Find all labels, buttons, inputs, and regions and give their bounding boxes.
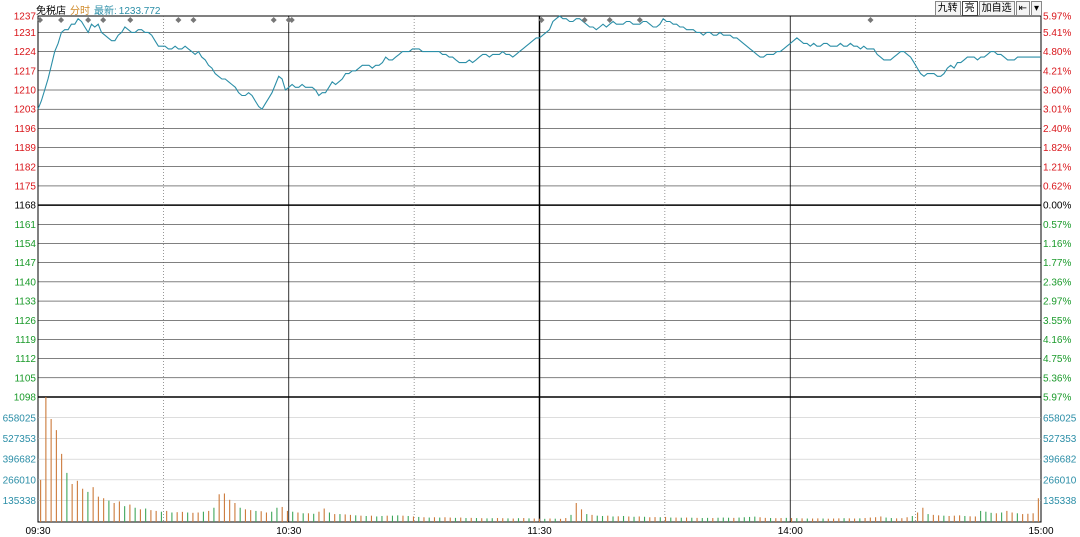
price-tick-label: 1098 — [14, 393, 37, 404]
event-marker-icon — [190, 17, 197, 23]
pin-left-icon[interactable]: ⇤ — [1015, 1, 1030, 16]
volume-tick-label-right: 135338 — [1043, 496, 1077, 507]
price-tick-label: 1196 — [14, 124, 36, 135]
volume-tick-label: 135338 — [3, 496, 37, 507]
event-marker-icon — [867, 17, 874, 23]
price-tick-label: 1231 — [14, 28, 37, 39]
price-tick-label: 1133 — [14, 297, 36, 308]
time-tick-label: 15:00 — [1028, 526, 1053, 537]
price-tick-label: 1189 — [14, 143, 36, 154]
percent-tick-label: 2.40% — [1043, 124, 1071, 135]
event-marker-icon — [100, 17, 107, 23]
price-tick-label: 1105 — [14, 373, 36, 384]
price-tick-label: 1147 — [14, 258, 36, 269]
percent-tick-label: 5.36% — [1043, 373, 1071, 384]
percent-tick-label: 1.77% — [1043, 258, 1071, 269]
price-tick-label: 1154 — [14, 239, 36, 250]
event-marker-icon — [288, 17, 295, 23]
event-marker-icon — [58, 17, 65, 23]
percent-tick-label: 1.21% — [1043, 162, 1071, 173]
intraday-chart[interactable]: 1237 5.97% 1231 5.41% 1224 4.80% 1217 4.21% 1210… — [0, 0, 1080, 537]
time-tick-label: 11:30 — [527, 526, 552, 537]
price-tick-label: 1203 — [14, 105, 37, 116]
event-marker-icon — [270, 17, 277, 23]
percent-tick-label: 0.00% — [1043, 201, 1071, 212]
percent-tick-label: 3.60% — [1043, 86, 1071, 97]
time-tick-label: 14:00 — [778, 526, 803, 537]
percent-tick-label: 2.36% — [1043, 277, 1071, 288]
event-marker-icon — [175, 17, 182, 23]
percent-tick-label: 4.75% — [1043, 354, 1071, 365]
price-tick-label: 1224 — [14, 47, 37, 58]
volume-tick-label: 266010 — [3, 475, 37, 486]
highlight-button[interactable]: 亮 — [961, 1, 978, 16]
chart-toolbar: 九转 亮 加自选 ⇤ ▾ — [934, 1, 1042, 16]
percent-tick-label: 1.82% — [1043, 143, 1071, 154]
dropdown-arrow-icon[interactable]: ▾ — [1030, 1, 1042, 16]
volume-tick-label: 658025 — [3, 413, 37, 424]
percent-tick-label: 3.01% — [1043, 105, 1071, 116]
price-tick-label: 1237 — [14, 12, 37, 23]
price-tick-label: 1217 — [14, 66, 37, 77]
percent-tick-label: 1.16% — [1043, 239, 1071, 250]
percent-tick-label: 5.97% — [1043, 393, 1071, 404]
time-tick-label: 10:30 — [276, 526, 301, 537]
volume-tick-label: 396682 — [3, 455, 37, 466]
percent-tick-label: 4.80% — [1043, 47, 1071, 58]
percent-tick-label: 5.97% — [1043, 12, 1071, 23]
latest-value: 1233.772 — [118, 6, 161, 17]
percent-tick-label: 0.62% — [1043, 181, 1071, 192]
percent-tick-label: 2.97% — [1043, 297, 1071, 308]
chart-header: 免税店 分时 最新: 1233.772 — [36, 2, 165, 17]
mode-label: 分时 — [70, 6, 90, 17]
volume-tick-label-right: 658025 — [1043, 413, 1077, 424]
price-tick-label: 1112 — [15, 354, 36, 365]
percent-tick-label: 3.55% — [1043, 316, 1071, 327]
percent-tick-label: 4.21% — [1043, 66, 1071, 77]
percent-tick-label: 5.41% — [1043, 28, 1071, 39]
percent-tick-label: 0.57% — [1043, 220, 1071, 231]
event-marker-icon — [127, 17, 134, 23]
volume-tick-label: 527353 — [3, 434, 37, 445]
volume-tick-label-right: 527353 — [1043, 434, 1077, 445]
add-watchlist-button[interactable]: 加自选 — [978, 1, 1015, 16]
price-tick-label: 1126 — [14, 316, 36, 327]
nine-turn-button[interactable]: 九转 — [934, 1, 961, 16]
latest-label: 最新: — [94, 6, 117, 17]
price-tick-label: 1210 — [14, 86, 37, 97]
percent-tick-label: 4.16% — [1043, 335, 1071, 346]
time-tick-label: 09:30 — [25, 526, 50, 537]
event-marker-icon — [581, 17, 588, 23]
price-tick-label: 1182 — [14, 162, 36, 173]
volume-tick-label-right: 396682 — [1043, 455, 1077, 466]
price-tick-label: 1175 — [14, 181, 36, 192]
price-tick-label: 1140 — [14, 277, 36, 288]
event-marker-icon — [85, 17, 92, 23]
volume-tick-label-right: 266010 — [1043, 475, 1077, 486]
price-tick-label: 1161 — [14, 220, 36, 231]
price-tick-label: 1168 — [14, 201, 36, 212]
price-tick-label: 1119 — [15, 335, 36, 346]
stock-name: 免税店 — [36, 6, 66, 17]
